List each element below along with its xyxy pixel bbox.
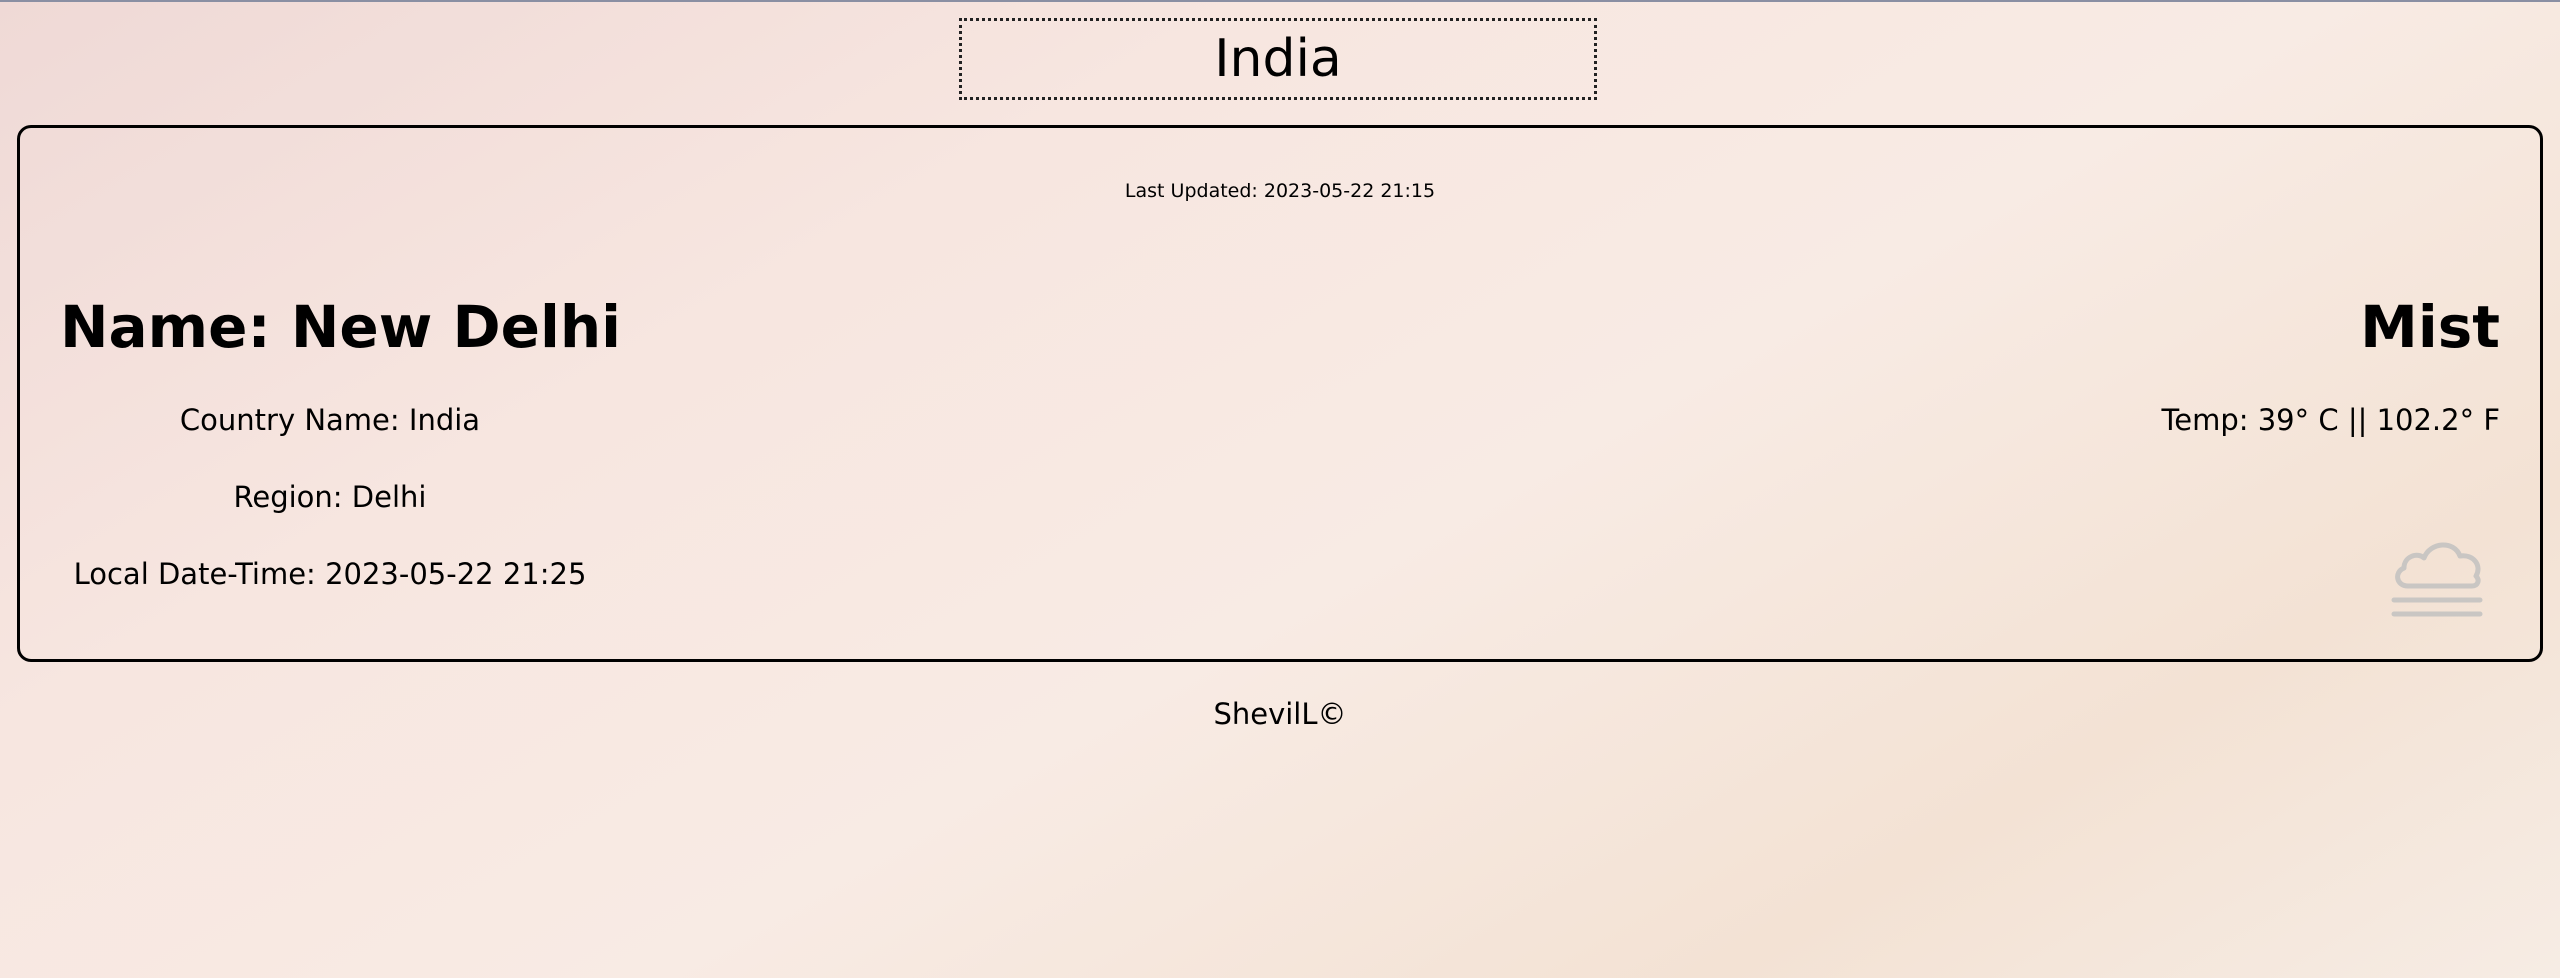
page-title: India: [1214, 29, 1342, 89]
local-date-time-value: 2023-05-22 21:25: [325, 557, 587, 591]
weather-condition: Mist: [2360, 293, 2500, 361]
region-label: Region:: [233, 480, 343, 514]
location-details: Name: New Delhi Country Name: India Regi…: [60, 298, 621, 637]
region-value: Delhi: [351, 480, 427, 514]
temperature-label: Temp:: [2161, 403, 2249, 437]
last-updated: Last Updated: 2023-05-22 21:15: [20, 180, 2540, 202]
temperature: Temp: 39° C || 102.2° F: [1800, 406, 2500, 435]
country-name-value: India: [408, 403, 481, 437]
city-name-value: New Delhi: [290, 293, 622, 361]
country-name: Country Name: India: [60, 406, 600, 435]
last-updated-value: 2023-05-22 21:15: [1263, 180, 1436, 202]
city-name: Name: New Delhi: [60, 298, 621, 356]
top-border-line: [0, 0, 2560, 2]
city-name-label: Name:: [60, 293, 271, 361]
last-updated-label: Last Updated:: [1124, 180, 1258, 202]
local-date-time-label: Local Date-Time:: [73, 557, 316, 591]
temperature-celsius: 39° C: [2257, 403, 2339, 437]
local-date-time: Local Date-Time: 2023-05-22 21:25: [60, 560, 600, 589]
weather-card: Last Updated: 2023-05-22 21:15 Name: New…: [17, 125, 2543, 662]
region: Region: Delhi: [60, 483, 600, 512]
country-name-label: Country Name:: [179, 403, 400, 437]
temperature-fahrenheit: 102.2° F: [2376, 403, 2500, 437]
weather-details: Mist Temp: 39° C || 102.2° F: [1800, 298, 2500, 435]
mist-cloud-icon: [2391, 542, 2483, 617]
country-header-box: India: [959, 18, 1597, 100]
temperature-separator: ||: [2347, 403, 2368, 437]
footer-credit: ShevilL©: [1213, 697, 1347, 731]
